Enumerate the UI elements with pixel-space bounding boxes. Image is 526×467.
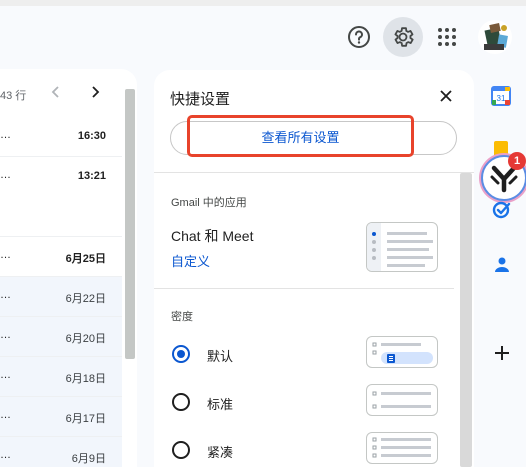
next-page-button[interactable] — [88, 84, 102, 100]
account-avatar-icon — [478, 20, 512, 54]
quick-settings-scrollbar[interactable] — [460, 173, 472, 467]
quick-settings-title: 快捷设置 — [170, 91, 231, 108]
calendar-number: 31 — [497, 94, 506, 103]
chat-meet-label: Chat 和 Meet — [171, 228, 254, 244]
density-compact-preview-image — [372, 437, 431, 458]
tasks-button[interactable] — [492, 200, 512, 220]
chat-meet-preview-image — [367, 223, 433, 271]
density-compact-label[interactable]: 紧凑 — [207, 442, 233, 461]
chevron-left-icon — [51, 86, 59, 98]
customize-link[interactable]: 自定义 — [171, 251, 210, 270]
view-all-settings-label: 查看所有设置 — [261, 129, 340, 145]
mail-snippet: … — [0, 129, 11, 141]
contacts-icon — [495, 257, 509, 272]
tasks-icon — [492, 201, 511, 219]
add-app-button[interactable] — [492, 343, 512, 363]
density-standard-preview — [366, 384, 438, 416]
mail-snippet: … — [0, 449, 11, 461]
help-button[interactable] — [346, 24, 372, 50]
mail-row[interactable]: … 6月9日 — [0, 437, 122, 467]
mail-date: 13:21 — [77, 170, 106, 182]
apps-section-label: Gmail 中的应用 — [171, 197, 247, 209]
mail-snippet: … — [0, 249, 11, 261]
settings-button[interactable] — [383, 17, 423, 57]
density-compact-radio[interactable] — [172, 441, 190, 459]
density-standard-preview-image — [372, 391, 431, 409]
view-all-settings-button[interactable]: 查看所有设置 — [187, 115, 414, 157]
mail-row[interactable]: … 6月20日 — [0, 317, 122, 357]
mail-date: 16:30 — [77, 130, 106, 142]
close-icon — [440, 90, 452, 102]
mail-snippet: … — [0, 409, 11, 421]
mail-row[interactable]: … 6月18日 — [0, 357, 122, 397]
mail-list-scrollbar[interactable] — [125, 89, 135, 359]
mail-count: 43 行 — [0, 90, 27, 102]
density-default-preview — [366, 336, 438, 368]
mail-row[interactable]: … 6月25日 — [0, 237, 122, 277]
help-circle-icon — [348, 26, 370, 48]
mail-date: 6月20日 — [65, 333, 106, 345]
density-section-label: 密度 — [171, 311, 193, 323]
chat-meet-preview — [366, 222, 438, 272]
mail-list-panel: 43 行 … 16:30 … 13:21 … 6月25日 … 6月22日 … 6… — [0, 69, 137, 467]
mail-snippet: … — [0, 169, 11, 181]
density-standard-radio[interactable] — [172, 393, 190, 411]
quick-settings-panel: 快捷设置 查看所有设置 Gmail 中的应用 Chat 和 Meet 自定义 密… — [154, 70, 474, 467]
mail-row[interactable]: … 6月17日 — [0, 397, 122, 437]
mail-date: 6月18日 — [65, 373, 106, 385]
mail-date: 6月22日 — [65, 293, 106, 305]
gear-icon — [394, 27, 414, 47]
mail-row[interactable]: … 16:30 — [0, 117, 122, 157]
notification-badge: 1 — [508, 152, 526, 170]
mail-snippet: … — [0, 289, 11, 301]
mail-date: 6月25日 — [65, 253, 106, 265]
mail-row[interactable]: … 6月22日 — [0, 277, 122, 317]
account-avatar[interactable] — [478, 20, 512, 54]
previous-page-button[interactable] — [49, 84, 63, 100]
density-default-label[interactable]: 默认 — [207, 346, 233, 365]
mail-snippet: … — [0, 329, 11, 341]
close-button[interactable] — [436, 86, 456, 106]
apps-button[interactable] — [437, 27, 457, 47]
density-default-preview-image — [372, 342, 433, 364]
header-divider — [154, 172, 474, 173]
mail-snippet: … — [0, 369, 11, 381]
density-standard-label[interactable]: 标准 — [207, 394, 233, 413]
contacts-button[interactable] — [492, 255, 512, 275]
chevron-right-icon — [92, 86, 100, 98]
apps-grid-icon — [438, 28, 456, 46]
top-strip — [0, 0, 526, 6]
density-default-radio[interactable] — [172, 345, 190, 363]
add-icon — [495, 346, 509, 360]
calendar-icon: 31 — [491, 86, 511, 106]
mail-date: 6月17日 — [65, 413, 106, 425]
density-compact-preview — [366, 432, 438, 464]
mail-row[interactable]: … 13:21 — [0, 157, 122, 237]
section-divider — [154, 288, 454, 289]
mail-date: 6月9日 — [71, 453, 106, 465]
calendar-button[interactable]: 31 — [491, 86, 511, 106]
